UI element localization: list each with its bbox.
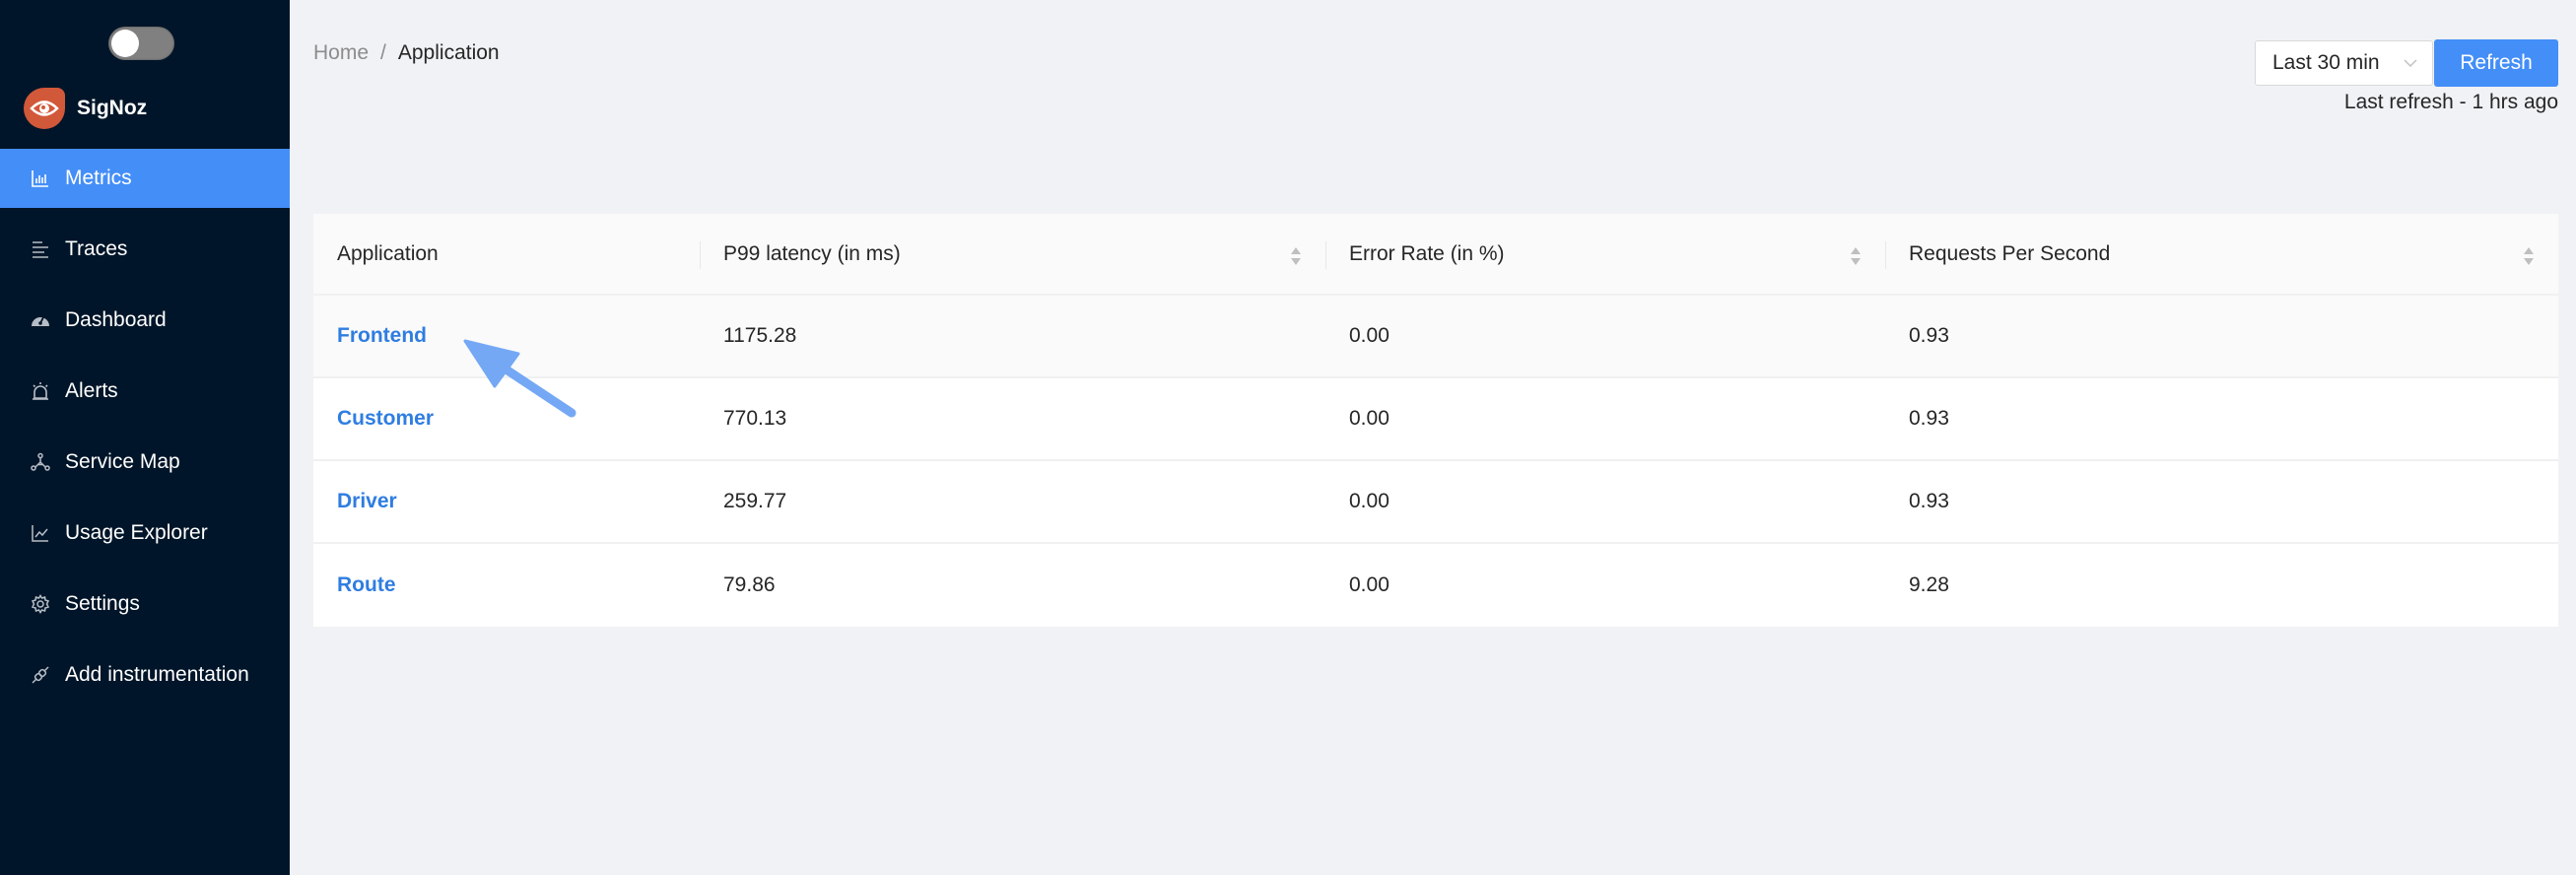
table-row[interactable]: Customer 770.13 0.00 0.93 <box>313 378 2558 461</box>
table-row[interactable]: Route 79.86 0.00 9.28 <box>313 544 2558 627</box>
last-refresh-status: Last refresh - 1 hrs ago <box>2343 91 2558 113</box>
cell-p99-latency: 770.13 <box>723 407 787 430</box>
breadcrumb-separator: / <box>380 41 386 64</box>
table-row[interactable]: Frontend 1175.28 0.00 0.93 <box>313 296 2558 378</box>
column-label: Error Rate (in %) <box>1349 241 1505 265</box>
time-range-value: Last 30 min <box>2272 51 2380 74</box>
sidebar-item-metrics[interactable]: Metrics <box>0 149 290 208</box>
alert-icon <box>30 380 51 402</box>
brand-name: SigNoz <box>77 97 148 119</box>
sidebar-item-traces[interactable]: Traces <box>0 220 290 279</box>
table-body: Frontend 1175.28 0.00 0.93 Customer 770.… <box>313 296 2558 627</box>
column-divider <box>700 241 701 269</box>
column-header-error-rate[interactable]: Error Rate (in %) <box>1325 214 1885 294</box>
sidebar-item-dashboard[interactable]: Dashboard <box>0 291 290 350</box>
sidebar-item-service-map[interactable]: Service Map <box>0 433 290 492</box>
cell-application: Driver <box>313 490 700 513</box>
breadcrumb-home[interactable]: Home <box>313 41 369 65</box>
column-divider <box>1325 241 1326 269</box>
cell-error-rate: 0.00 <box>1349 490 1390 512</box>
signoz-logo-icon <box>24 88 65 129</box>
cell-rps: 0.93 <box>1909 324 1949 347</box>
sidebar-item-label: Usage Explorer <box>65 521 208 544</box>
cell-rps: 0.93 <box>1909 490 1949 512</box>
theme-toggle[interactable] <box>108 27 174 60</box>
sidebar-item-label: Service Map <box>65 450 180 473</box>
sort-icon[interactable] <box>1290 245 1302 267</box>
sidebar-item-label: Metrics <box>65 167 132 189</box>
deployment-unit-icon <box>30 451 51 473</box>
column-header-requests-per-second[interactable]: Requests Per Second <box>1885 214 2558 294</box>
brand[interactable]: SigNoz <box>24 88 147 129</box>
sidebar-item-label: Settings <box>65 592 140 615</box>
breadcrumb: Home / Application <box>313 41 500 65</box>
cell-p99-latency: 1175.28 <box>723 324 797 347</box>
table-header: Application P99 latency (in ms) Error Ra… <box>313 214 2558 296</box>
application-link-route[interactable]: Route <box>337 573 396 596</box>
chevron-down-icon <box>2404 59 2417 67</box>
bar-chart-icon <box>30 168 51 189</box>
api-plug-icon <box>30 664 51 686</box>
cell-application: Frontend <box>313 324 700 348</box>
bars-icon <box>30 238 51 260</box>
sidebar-item-settings[interactable]: Settings <box>0 574 290 634</box>
sidebar-item-label: Dashboard <box>65 308 167 331</box>
application-link-customer[interactable]: Customer <box>337 407 434 430</box>
sidebar-nav: Metrics Traces Dashboard Alerts Service … <box>0 149 290 716</box>
sidebar-item-label: Add instrumentation <box>65 663 249 686</box>
sidebar-item-add-instrumentation[interactable]: Add instrumentation <box>0 645 290 705</box>
sidebar-item-usage-explorer[interactable]: Usage Explorer <box>0 504 290 563</box>
dashboard-icon <box>30 309 51 331</box>
application-link-frontend[interactable]: Frontend <box>337 324 427 347</box>
sidebar: SigNoz Metrics Traces Dashboard Alerts S… <box>0 0 290 875</box>
sidebar-item-label: Alerts <box>65 379 118 402</box>
cell-p99-latency: 79.86 <box>723 573 776 596</box>
gear-icon <box>30 593 51 615</box>
applications-table: Application P99 latency (in ms) Error Ra… <box>313 214 2558 627</box>
column-header-application: Application <box>313 214 700 294</box>
refresh-button[interactable]: Refresh <box>2434 39 2558 87</box>
cell-error-rate: 0.00 <box>1349 324 1390 347</box>
column-header-p99-latency[interactable]: P99 latency (in ms) <box>700 214 1325 294</box>
column-label: Application <box>337 241 439 265</box>
sort-icon[interactable] <box>2523 245 2535 267</box>
breadcrumb-current: Application <box>397 41 500 64</box>
sort-icon[interactable] <box>1850 245 1862 267</box>
cell-error-rate: 0.00 <box>1349 573 1390 596</box>
sidebar-item-label: Traces <box>65 237 128 260</box>
table-row[interactable]: Driver 259.77 0.00 0.93 <box>313 461 2558 544</box>
sidebar-item-alerts[interactable]: Alerts <box>0 362 290 421</box>
cell-error-rate: 0.00 <box>1349 407 1390 430</box>
toggle-knob <box>111 30 139 57</box>
application-link-driver[interactable]: Driver <box>337 490 397 512</box>
cell-rps: 9.28 <box>1909 573 1949 596</box>
line-chart-icon <box>30 522 51 544</box>
column-label: P99 latency (in ms) <box>723 241 901 265</box>
cell-rps: 0.93 <box>1909 407 1949 430</box>
cell-application: Route <box>313 573 700 597</box>
column-label: Requests Per Second <box>1909 241 2111 265</box>
column-divider <box>1885 241 1886 269</box>
cell-application: Customer <box>313 407 700 431</box>
time-range-select[interactable]: Last 30 min <box>2255 40 2433 86</box>
cell-p99-latency: 259.77 <box>723 490 787 512</box>
